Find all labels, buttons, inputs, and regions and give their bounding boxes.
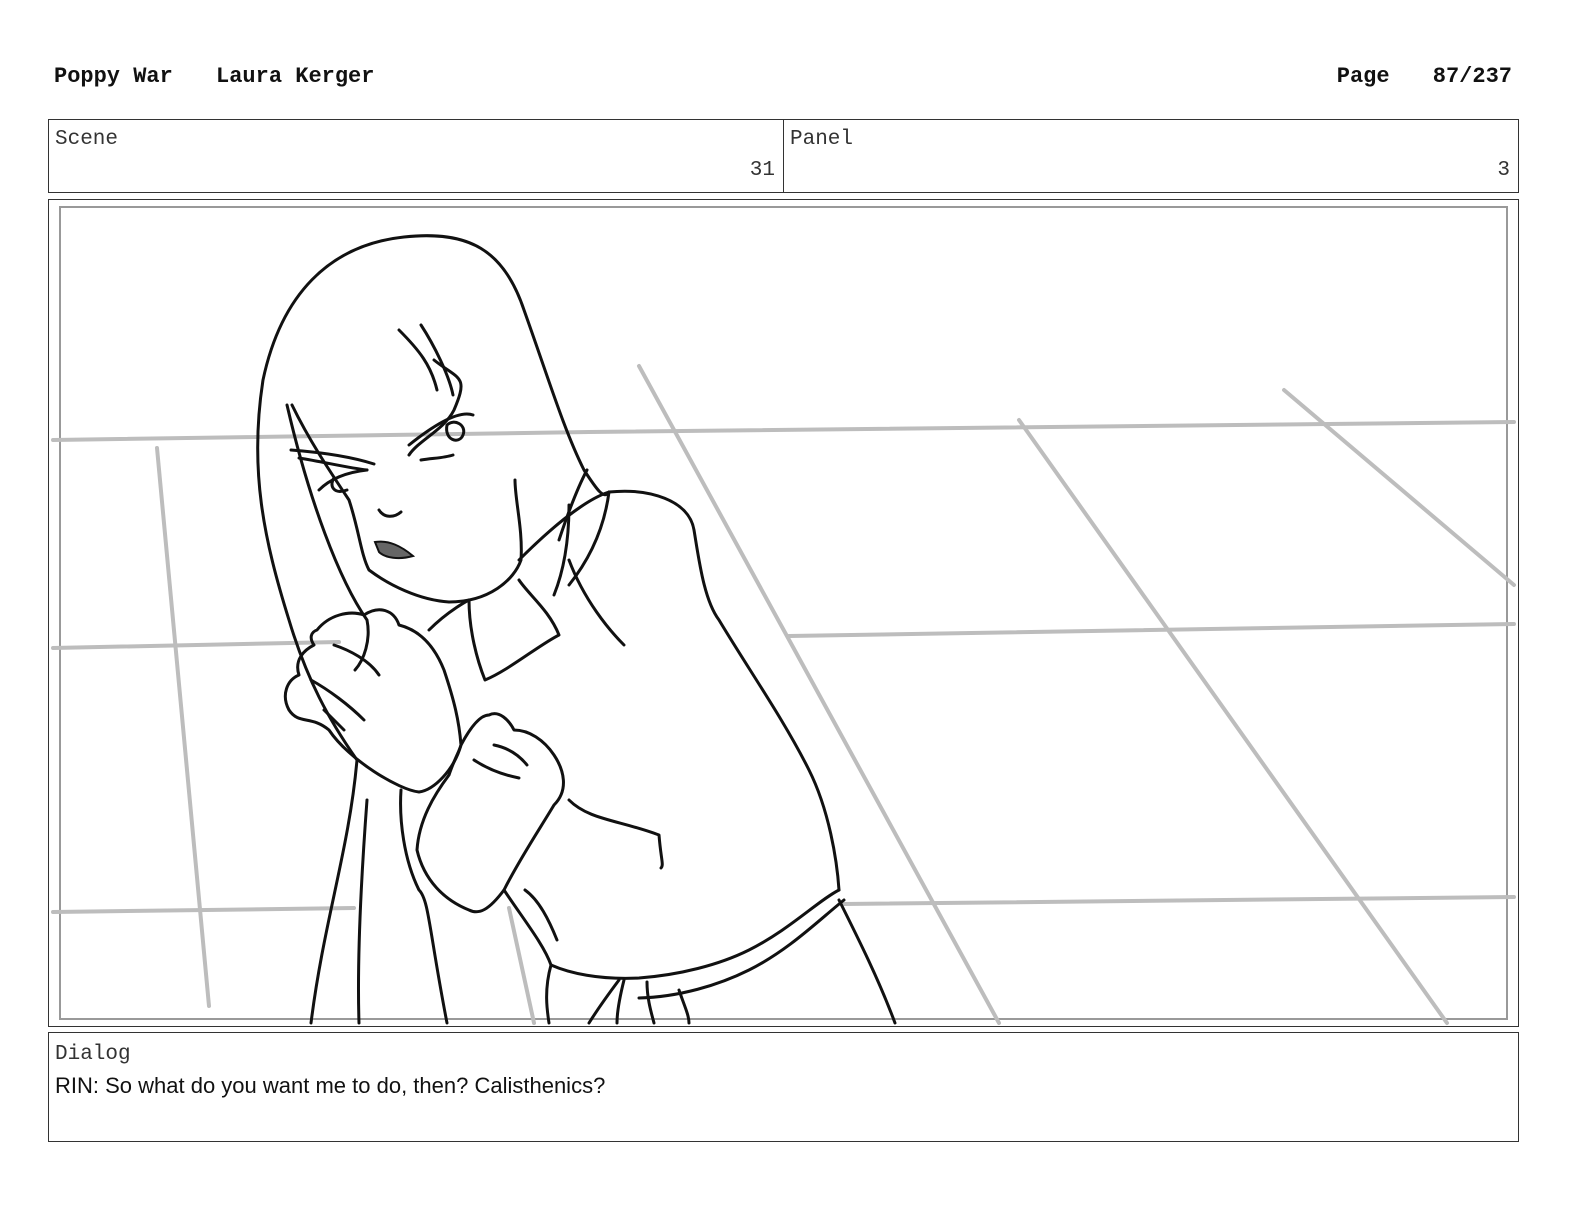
scene-panel-row: Scene 31 Panel 3 (48, 119, 1519, 193)
author-name: Laura Kerger (216, 64, 375, 89)
scene-cell: Scene 31 (49, 120, 783, 192)
page-number: 87/237 (1432, 64, 1512, 89)
storyboard-sketch (51, 206, 1516, 1025)
dialog-label: Dialog (55, 1043, 131, 1066)
storyboard-header-left: Poppy War Laura Kerger (54, 64, 374, 89)
scene-number: 31 (749, 159, 775, 182)
panel-label: Panel (790, 128, 854, 151)
page-label: Page (1336, 64, 1390, 89)
dialog-text: RIN: So what do you want me to do, then?… (55, 1073, 606, 1098)
safe-area-border (59, 206, 1508, 1020)
project-title: Poppy War (54, 64, 173, 89)
panel-cell: Panel 3 (783, 120, 1518, 192)
storyboard-panel-frame (48, 199, 1519, 1027)
floor-grid (51, 364, 1516, 1025)
scene-label: Scene (55, 128, 119, 151)
dialog-box: Dialog RIN: So what do you want me to do… (48, 1032, 1519, 1142)
storyboard-header-right: Page 87/237 (1337, 64, 1512, 89)
mouth (373, 540, 416, 560)
character-rin (256, 234, 897, 1025)
panel-number: 3 (1497, 159, 1510, 182)
